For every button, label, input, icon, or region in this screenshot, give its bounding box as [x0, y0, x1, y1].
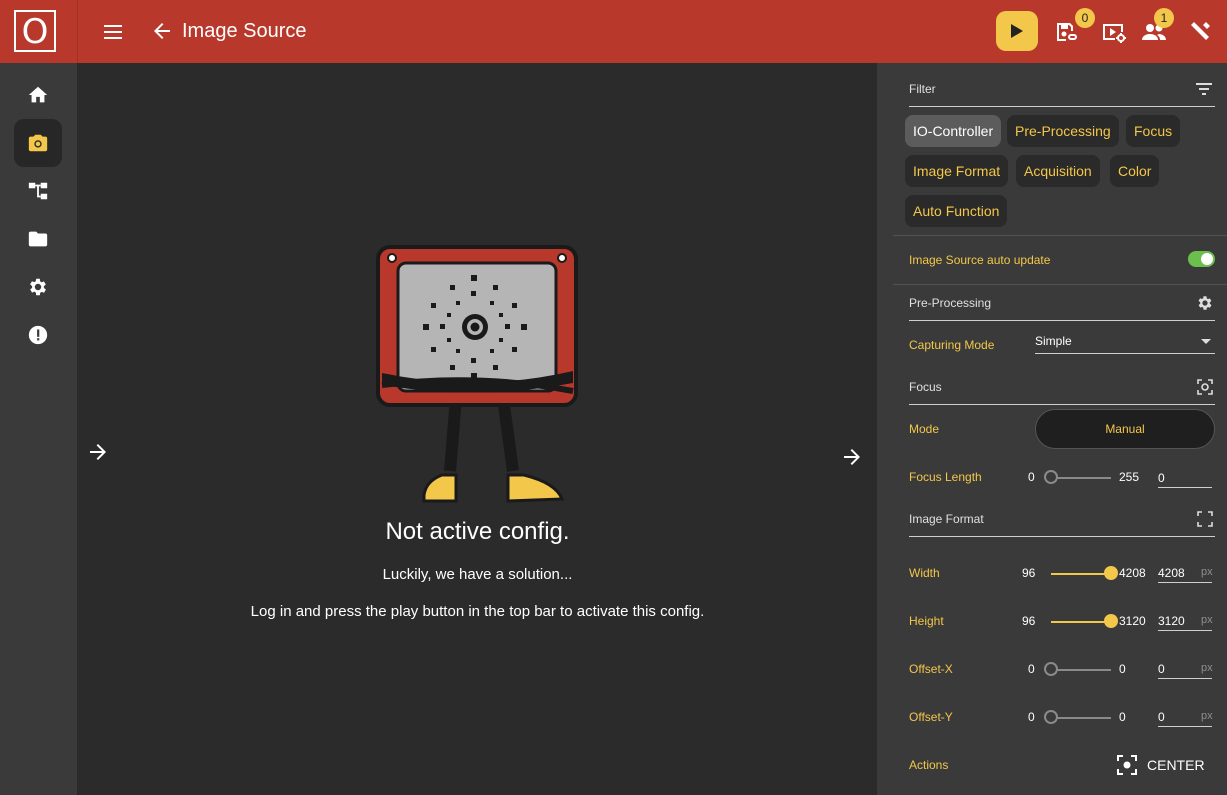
image-format-section-label: Image Format — [909, 512, 984, 526]
format-row-min: 96 — [1022, 566, 1036, 580]
capturing-mode-value: Simple — [1035, 334, 1072, 348]
image-format-underline — [909, 536, 1215, 537]
focus-icon[interactable] — [1197, 379, 1213, 395]
center-button[interactable]: CENTER — [1115, 751, 1207, 779]
play-button[interactable] — [996, 11, 1038, 51]
focus-length-track — [1051, 477, 1111, 479]
actions-label: Actions — [909, 758, 949, 772]
format-row-min: 0 — [1028, 710, 1035, 724]
filter-chip[interactable]: Image Format — [905, 155, 1009, 187]
mode-label: Mode — [909, 422, 940, 436]
not-active-title: Not active config. — [385, 518, 570, 545]
format-row-label: Offset-Y — [909, 710, 953, 724]
top-bar: O Image Source 0 1 — [0, 0, 1227, 63]
alert-icon — [28, 325, 48, 345]
tools-icon[interactable] — [1188, 20, 1214, 44]
focus-length-min: 0 — [1028, 470, 1035, 484]
format-row-fill — [1051, 573, 1111, 575]
center-label: CENTER — [1147, 757, 1205, 773]
arrow-forward-icon-left[interactable] — [86, 440, 110, 464]
filter-chip[interactable]: Pre-Processing — [1007, 115, 1119, 147]
app-logo[interactable]: O — [14, 10, 56, 52]
auto-update-label: Image Source auto update — [909, 253, 1051, 267]
home-icon — [28, 86, 48, 103]
format-row-track — [1051, 717, 1111, 719]
format-row-max: 3120 — [1119, 614, 1146, 628]
sidebar-item-camera[interactable] — [14, 119, 62, 167]
menu-icon[interactable] — [102, 20, 126, 44]
mode-manual-button[interactable]: Manual — [1035, 409, 1215, 449]
focus-section-label: Focus — [909, 380, 942, 394]
page-title: Image Source — [182, 20, 307, 42]
divider — [893, 284, 1227, 285]
filter-chip[interactable]: Auto Function — [905, 195, 1008, 227]
format-row-unit: px — [1201, 710, 1213, 722]
format-row-fill — [1051, 621, 1111, 623]
format-row-unit: px — [1201, 662, 1213, 674]
format-row-track — [1051, 669, 1111, 671]
sidebar — [0, 63, 78, 795]
folder-icon — [28, 231, 48, 247]
arrow-back-icon[interactable] — [150, 19, 174, 43]
focus-underline — [909, 404, 1215, 405]
capturing-mode-underline — [1035, 353, 1215, 354]
chevron-down-icon — [1201, 339, 1211, 344]
format-row-max: 0 — [1119, 662, 1126, 676]
focus-length-slider-knob[interactable] — [1044, 470, 1058, 484]
camera-icon — [28, 134, 48, 152]
fullscreen-icon[interactable] — [1197, 511, 1213, 527]
sidebar-item-files[interactable] — [14, 215, 62, 263]
capturing-mode-select[interactable]: Simple — [1035, 334, 1215, 354]
format-row-slider-knob[interactable] — [1044, 662, 1058, 676]
preprocessing-section-label: Pre-Processing — [909, 296, 992, 310]
play-icon — [1011, 24, 1023, 38]
focus-length-max: 255 — [1119, 470, 1140, 484]
users-count-badge: 1 — [1154, 8, 1174, 28]
preprocessing-underline — [909, 320, 1215, 321]
instruction-text: Log in and press the play button in the … — [250, 603, 705, 620]
filter-chip[interactable]: Focus — [1126, 115, 1181, 147]
format-row-slider-knob[interactable] — [1044, 710, 1058, 724]
format-row-slider-knob[interactable] — [1104, 614, 1118, 628]
sidebar-item-settings[interactable] — [14, 263, 62, 311]
filter-chip[interactable]: Color — [1110, 155, 1160, 187]
camera-mascot-illustration — [376, 245, 578, 503]
focus-length-input[interactable]: 0 — [1158, 468, 1212, 488]
focus-length-label: Focus Length — [909, 470, 982, 484]
filter-chip[interactable]: Acquisition — [1016, 155, 1100, 187]
preprocessing-settings-icon[interactable] — [1196, 294, 1214, 312]
tree-icon — [28, 182, 48, 200]
video-settings-icon[interactable] — [1101, 20, 1127, 44]
gear-icon — [30, 278, 46, 296]
filter-icon[interactable] — [1196, 82, 1214, 96]
sidebar-item-home[interactable] — [14, 71, 62, 119]
format-row-label: Offset-X — [909, 662, 953, 676]
format-row-max: 4208 — [1119, 566, 1146, 580]
filter-chip[interactable]: IO-Controller — [905, 115, 1002, 147]
main-content: Not active config. Luckily, we have a so… — [78, 63, 877, 795]
filter-label: Filter — [909, 82, 936, 96]
format-row-slider-knob[interactable] — [1104, 566, 1118, 580]
logo-area: O — [0, 0, 78, 63]
sidebar-item-alerts[interactable] — [14, 311, 62, 359]
config-count-badge: 0 — [1075, 8, 1095, 28]
logo-letter: O — [21, 12, 49, 52]
center-focus-icon — [1117, 755, 1137, 775]
format-row-label: Width — [909, 566, 940, 580]
format-row-min: 0 — [1028, 662, 1035, 676]
arrow-forward-icon-right[interactable] — [840, 445, 864, 469]
solution-text: Luckily, we have a solution... — [382, 566, 573, 583]
capturing-mode-label: Capturing Mode — [909, 338, 995, 352]
format-row-min: 96 — [1022, 614, 1036, 628]
format-row-max: 0 — [1119, 710, 1126, 724]
divider — [893, 235, 1227, 236]
sidebar-item-tree[interactable] — [14, 167, 62, 215]
format-row-unit: px — [1201, 614, 1213, 626]
format-row-unit: px — [1201, 566, 1213, 578]
filter-underline — [909, 106, 1215, 107]
auto-update-toggle[interactable] — [1188, 251, 1215, 267]
format-row-label: Height — [909, 614, 944, 628]
